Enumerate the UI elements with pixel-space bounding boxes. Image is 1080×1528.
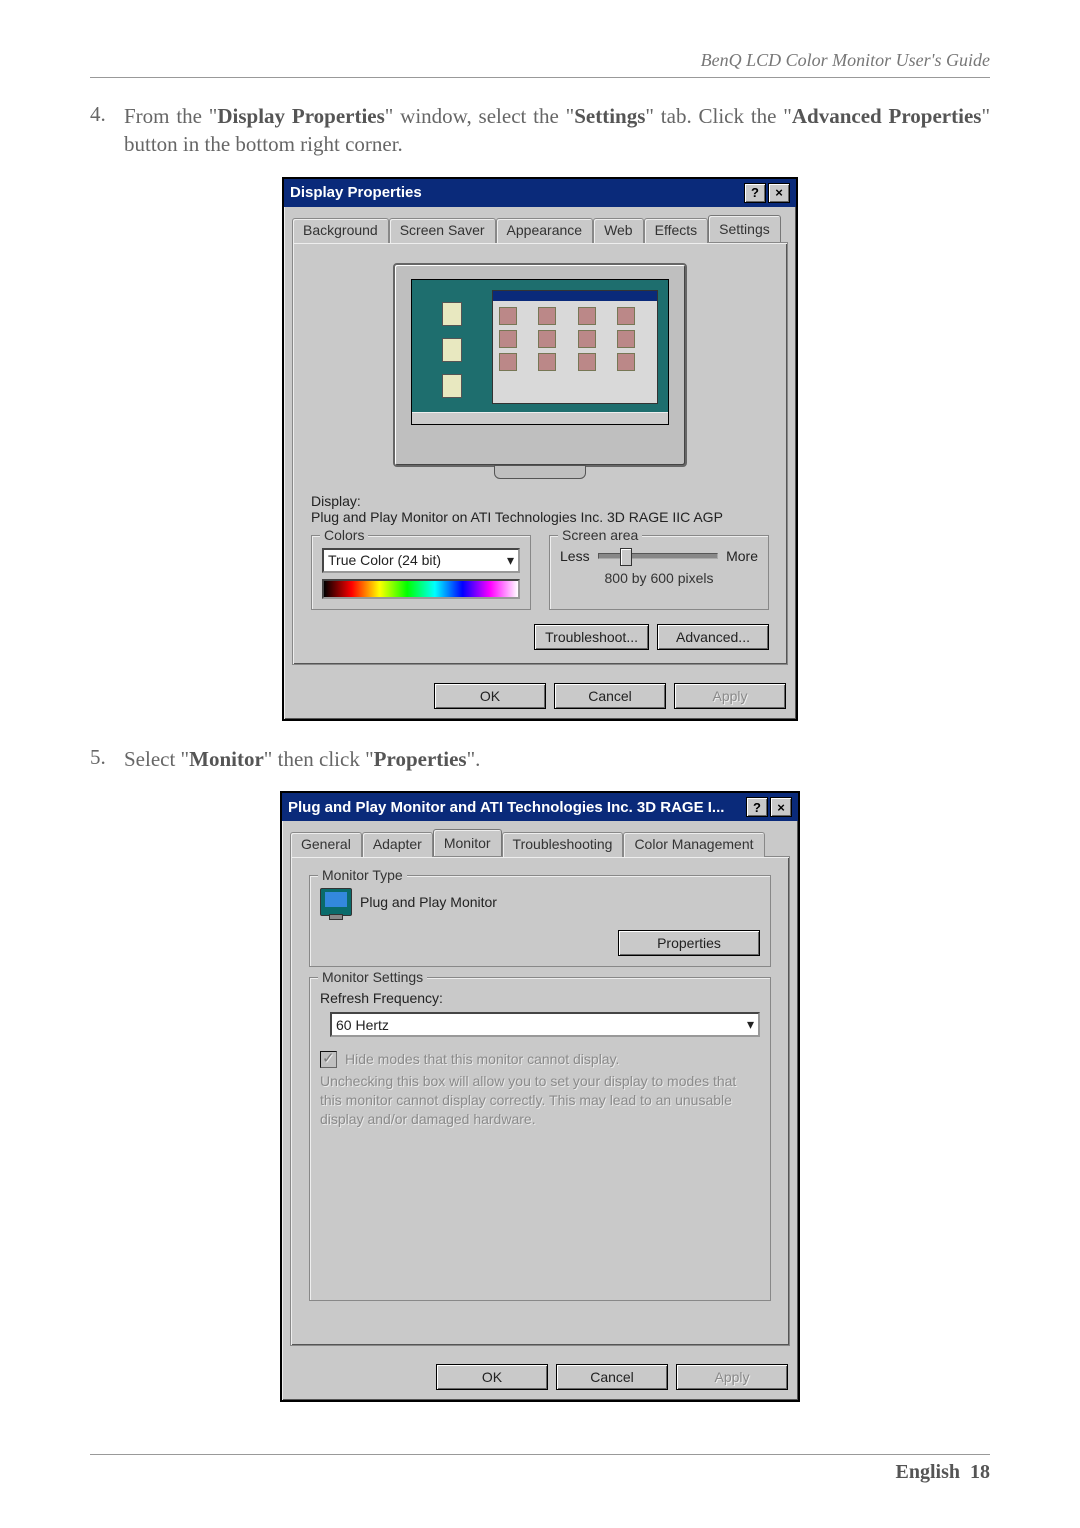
hide-modes-checkbox[interactable] bbox=[320, 1051, 337, 1068]
troubleshoot-button[interactable]: Troubleshoot... bbox=[534, 624, 649, 650]
tab-adapter[interactable]: Adapter bbox=[362, 832, 433, 857]
tab-effects[interactable]: Effects bbox=[644, 218, 709, 243]
dialog1-title: Display Properties bbox=[290, 184, 422, 201]
colors-group: Colors True Color (24 bit)▾ bbox=[311, 535, 531, 610]
ok-button[interactable]: OK bbox=[434, 683, 546, 709]
cancel-button[interactable]: Cancel bbox=[556, 1364, 668, 1390]
slider-less-label: Less bbox=[560, 548, 590, 564]
display-label: Display: bbox=[311, 493, 769, 509]
screen-area-group: Screen area Less More 800 by 600 pixels bbox=[549, 535, 769, 610]
step-5-number: 5. bbox=[90, 745, 124, 773]
refresh-frequency-label: Refresh Frequency: bbox=[320, 990, 760, 1006]
colors-select[interactable]: True Color (24 bit)▾ bbox=[322, 548, 520, 573]
resolution-slider[interactable]: Less More bbox=[560, 548, 758, 564]
advanced-button[interactable]: Advanced... bbox=[657, 624, 769, 650]
monitor-name: Plug and Play Monitor bbox=[360, 894, 497, 910]
screen-area-legend: Screen area bbox=[558, 527, 642, 543]
step-4-text: From the "Display Properties" window, se… bbox=[124, 102, 990, 159]
colors-legend: Colors bbox=[320, 527, 368, 543]
dialog2-titlebar: Plug and Play Monitor and ATI Technologi… bbox=[282, 793, 798, 821]
chevron-down-icon: ▾ bbox=[747, 1016, 754, 1033]
tab-screen-saver[interactable]: Screen Saver bbox=[389, 218, 496, 243]
tab-general[interactable]: General bbox=[290, 832, 362, 857]
tab-color-management[interactable]: Color Management bbox=[623, 832, 764, 857]
display-properties-dialog: Display Properties ? × Background Screen… bbox=[282, 177, 798, 721]
hide-modes-label: Hide modes that this monitor cannot disp… bbox=[345, 1051, 619, 1067]
tab-appearance[interactable]: Appearance bbox=[496, 218, 594, 243]
ok-button[interactable]: OK bbox=[436, 1364, 548, 1390]
page-header: BenQ LCD Color Monitor User's Guide bbox=[90, 50, 990, 71]
step-5-text: Select "Monitor" then click "Properties"… bbox=[124, 745, 990, 773]
tab-web[interactable]: Web bbox=[593, 218, 644, 243]
tab-monitor[interactable]: Monitor bbox=[433, 829, 502, 856]
tab-troubleshooting[interactable]: Troubleshooting bbox=[502, 832, 624, 857]
monitor-type-legend: Monitor Type bbox=[318, 867, 407, 883]
help-button[interactable]: ? bbox=[744, 183, 766, 203]
slider-more-label: More bbox=[726, 548, 758, 564]
tab-settings[interactable]: Settings bbox=[708, 215, 781, 242]
monitor-preview bbox=[393, 263, 687, 467]
display-value: Plug and Play Monitor on ATI Technologie… bbox=[311, 509, 769, 525]
hide-modes-hint: Unchecking this box will allow you to se… bbox=[320, 1072, 760, 1129]
step-4-number: 4. bbox=[90, 102, 124, 159]
dialog1-titlebar: Display Properties ? × bbox=[284, 179, 796, 207]
hide-modes-checkbox-row: Hide modes that this monitor cannot disp… bbox=[320, 1051, 760, 1068]
header-rule bbox=[90, 77, 990, 78]
close-button[interactable]: × bbox=[770, 797, 792, 817]
close-button[interactable]: × bbox=[768, 183, 790, 203]
monitor-settings-group: Monitor Settings Refresh Frequency: 60 H… bbox=[309, 977, 771, 1301]
dialog2-body: Monitor Type Plug and Play Monitor Prope… bbox=[290, 856, 790, 1346]
resolution-value: 800 by 600 pixels bbox=[560, 570, 758, 586]
apply-button[interactable]: Apply bbox=[676, 1364, 788, 1390]
monitor-type-group: Monitor Type Plug and Play Monitor Prope… bbox=[309, 875, 771, 967]
help-button[interactable]: ? bbox=[746, 797, 768, 817]
monitor-icon bbox=[320, 888, 352, 916]
refresh-frequency-select[interactable]: 60 Hertz▾ bbox=[330, 1012, 760, 1037]
apply-button[interactable]: Apply bbox=[674, 683, 786, 709]
color-gradient-bar bbox=[322, 579, 520, 599]
properties-button[interactable]: Properties bbox=[618, 930, 760, 956]
monitor-properties-dialog: Plug and Play Monitor and ATI Technologi… bbox=[280, 791, 800, 1402]
page-footer: English 18 bbox=[90, 1454, 990, 1484]
dialog2-title: Plug and Play Monitor and ATI Technologi… bbox=[288, 799, 724, 816]
dialog1-body: Display: Plug and Play Monitor on ATI Te… bbox=[292, 242, 788, 665]
dialog2-tabs: General Adapter Monitor Troubleshooting … bbox=[282, 821, 798, 856]
dialog1-tabs: Background Screen Saver Appearance Web E… bbox=[284, 207, 796, 242]
monitor-settings-legend: Monitor Settings bbox=[318, 969, 427, 985]
tab-background[interactable]: Background bbox=[292, 218, 389, 243]
chevron-down-icon: ▾ bbox=[507, 552, 514, 569]
cancel-button[interactable]: Cancel bbox=[554, 683, 666, 709]
